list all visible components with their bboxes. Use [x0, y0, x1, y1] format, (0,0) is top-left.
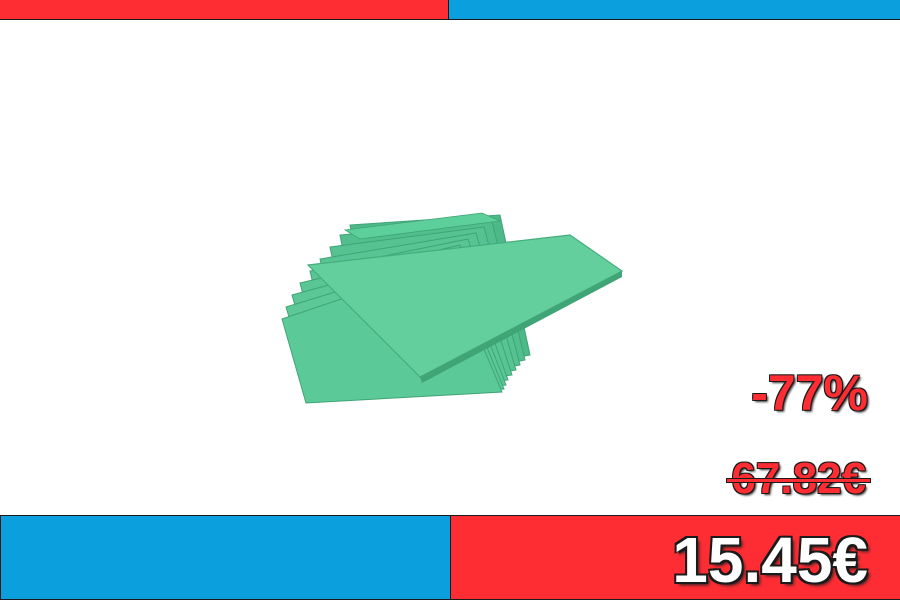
- discount-badge: -77%: [751, 365, 868, 421]
- strikethrough-line: [727, 479, 870, 482]
- bottom-bar-red-segment: 15.45€: [451, 515, 900, 600]
- top-bar-red-segment: [0, 0, 449, 20]
- top-color-bar: [0, 0, 900, 20]
- old-price: 67.82€: [727, 457, 870, 501]
- current-price: 15.45€: [672, 524, 868, 596]
- top-bar-blue-segment: [449, 0, 900, 20]
- paper-sheets-stack: [281, 212, 624, 404]
- product-image: [281, 212, 624, 404]
- bottom-bar-blue-segment: [0, 515, 451, 600]
- bottom-price-bar: 15.45€: [0, 515, 900, 600]
